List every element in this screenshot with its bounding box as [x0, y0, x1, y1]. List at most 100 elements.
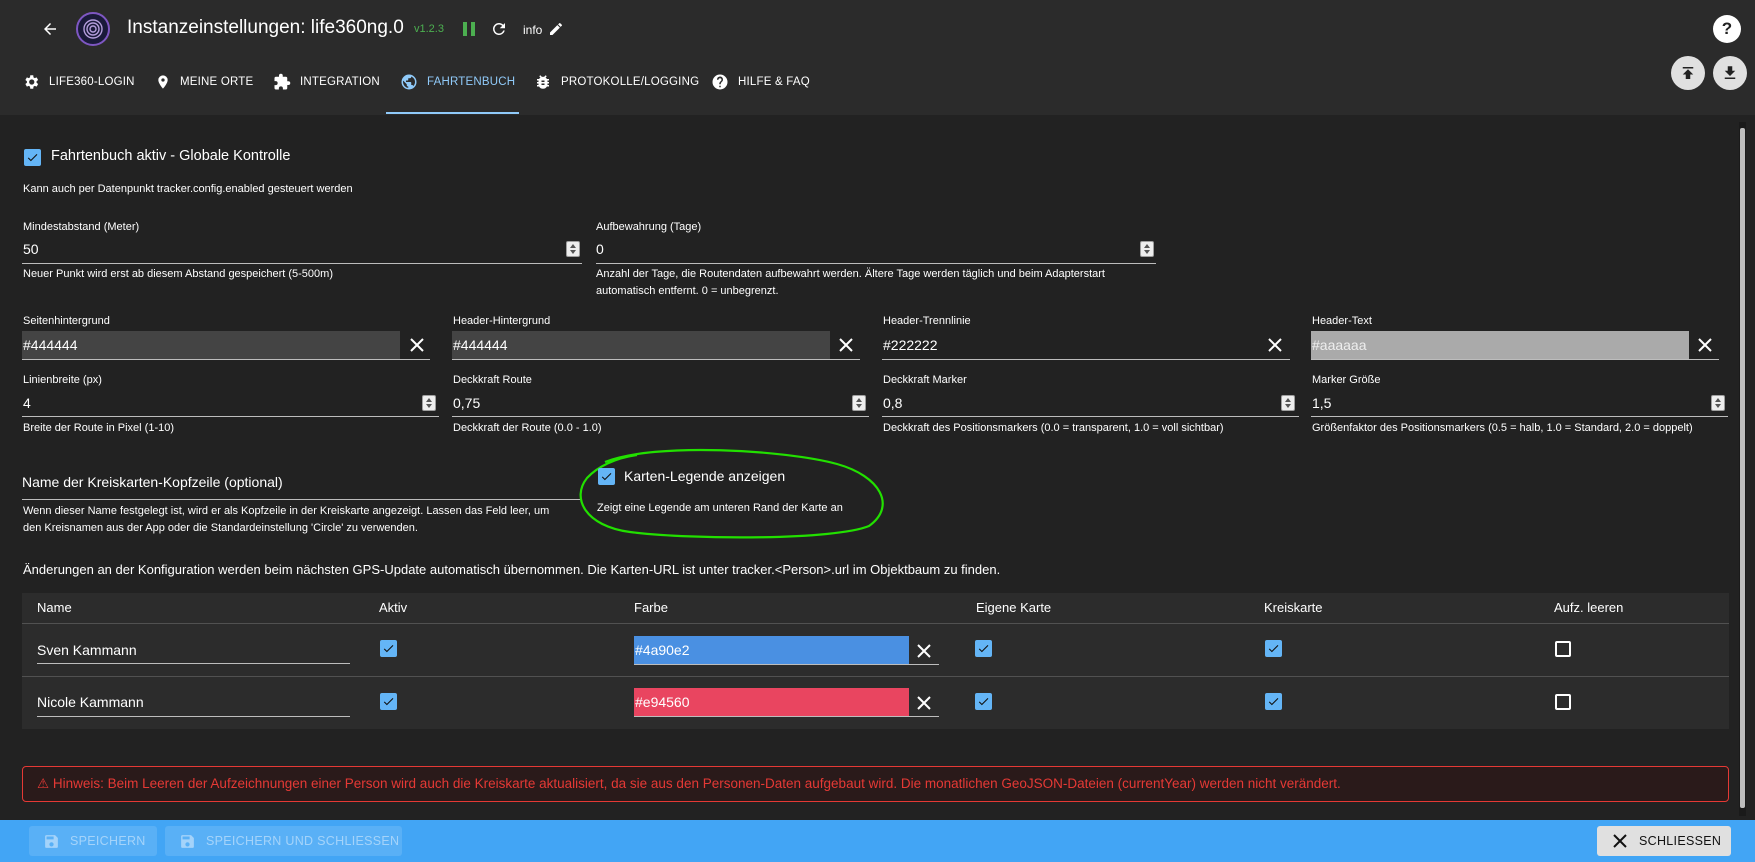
- person-name-input[interactable]: Nicole Kammann: [37, 694, 144, 710]
- reload-icon[interactable]: [489, 19, 509, 39]
- person-clear-checkbox[interactable]: [1555, 694, 1571, 710]
- line-width-label: Linienbreite (px): [23, 374, 102, 386]
- tab-life360-login[interactable]: LIFE360-LOGIN: [22, 53, 135, 111]
- retention-spinner[interactable]: [1140, 241, 1154, 257]
- person-name-input[interactable]: Sven Kammann: [37, 642, 137, 658]
- col-header-circle-map: Kreiskarte: [1264, 600, 1323, 615]
- tab-fahrtenbuch[interactable]: FAHRTENBUCH: [400, 53, 515, 111]
- person-color-value: #4a90e2: [635, 642, 690, 658]
- clear-color-icon[interactable]: [917, 644, 931, 658]
- marker-size-underline: [1311, 416, 1728, 417]
- save-label: SPEICHERN: [70, 834, 146, 848]
- person-color-input[interactable]: #e94560: [634, 688, 909, 716]
- person-color-underline: [634, 664, 939, 665]
- save-button[interactable]: SPEICHERN: [29, 826, 157, 856]
- header-divider-input[interactable]: #222222: [882, 331, 1260, 359]
- upload-icon: [1682, 67, 1694, 79]
- min-distance-input[interactable]: 50: [23, 241, 563, 257]
- back-arrow-icon[interactable]: [38, 17, 62, 41]
- upload-button[interactable]: [1671, 56, 1705, 90]
- person-color-input[interactable]: #4a90e2: [634, 636, 909, 664]
- clear-header-text-icon[interactable]: [1698, 338, 1712, 352]
- col-header-clear: Aufz. leeren: [1554, 600, 1624, 615]
- route-opacity-underline: [452, 416, 869, 417]
- marker-opacity-input[interactable]: 0,8: [883, 395, 1273, 411]
- min-distance-spinner[interactable]: [566, 241, 580, 257]
- person-clear-checkbox[interactable]: [1555, 641, 1571, 657]
- retention-underline: [596, 263, 1156, 264]
- person-circle-map-checkbox[interactable]: [1265, 693, 1282, 710]
- person-color-value: #e94560: [635, 694, 690, 710]
- header-bg-input[interactable]: #444444: [452, 331, 830, 359]
- col-header-own-map: Eigene Karte: [976, 600, 1052, 615]
- line-width-input[interactable]: 4: [23, 395, 413, 411]
- page-bg-value: #444444: [23, 337, 78, 353]
- help-circle-icon[interactable]: ?: [1713, 15, 1741, 43]
- save-icon: [45, 834, 58, 848]
- scrollbar-thumb[interactable]: [1740, 128, 1745, 808]
- fahrtenbuch-enable-checkbox[interactable]: [24, 149, 41, 166]
- person-active-checkbox[interactable]: [380, 693, 397, 710]
- header-text-input[interactable]: #aaaaaa: [1311, 331, 1689, 359]
- clear-header-bg-icon[interactable]: [839, 338, 853, 352]
- save-and-close-label: SPEICHERN UND SCHLIESSEN: [206, 834, 400, 848]
- person-own-map-checkbox[interactable]: [975, 640, 992, 657]
- check-icon: [27, 154, 38, 162]
- route-opacity-help: Deckkraft der Route (0.0 - 1.0): [453, 422, 602, 434]
- line-width-help: Breite der Route in Pixel (1-10): [23, 422, 175, 434]
- marker-opacity-help: Deckkraft des Positionsmarkers (0.0 = tr…: [883, 422, 1224, 434]
- retention-help-line2: automatisch entfernt. 0 = unbegrenzt.: [596, 285, 779, 297]
- globe-icon: [401, 74, 417, 90]
- check-icon: [1268, 698, 1279, 706]
- tab-label: INTEGRATION: [300, 76, 380, 88]
- version-label: v1.2.3: [414, 23, 444, 35]
- header-bg-value: #444444: [453, 337, 508, 353]
- page-bg-label: Seitenhintergrund: [23, 315, 110, 327]
- circle-header-input[interactable]: Name der Kreiskarten-Kopfzeile (optional…: [22, 474, 582, 500]
- tab-protokolle-logging[interactable]: PROTOKOLLE/LOGGING: [534, 53, 699, 111]
- close-label: SCHLIESSEN: [1639, 834, 1722, 848]
- tab-hilfe-faq[interactable]: HILFE & FAQ: [711, 53, 810, 111]
- marker-opacity-spinner[interactable]: [1281, 395, 1295, 411]
- person-own-map-checkbox[interactable]: [975, 693, 992, 710]
- route-opacity-input[interactable]: 0,75: [453, 395, 843, 411]
- clear-header-divider-icon[interactable]: [1268, 338, 1282, 352]
- location-pin-icon: [158, 75, 168, 89]
- app-root: Instanzeinstellungen: life360ng.0 v1.2.3…: [0, 0, 1755, 862]
- clear-page-bg-icon[interactable]: [410, 338, 424, 352]
- header-text-value: #aaaaaa: [1312, 337, 1367, 353]
- marker-size-label: Marker Größe: [1312, 374, 1381, 386]
- marker-size-input[interactable]: 1,5: [1312, 395, 1702, 411]
- person-active-checkbox[interactable]: [380, 640, 397, 657]
- route-opacity-label: Deckkraft Route: [453, 374, 532, 386]
- check-icon: [601, 473, 612, 481]
- pause-icon[interactable]: [460, 20, 478, 38]
- legend-label: Karten-Legende anzeigen: [624, 468, 786, 484]
- col-header-active: Aktiv: [379, 600, 408, 615]
- route-opacity-spinner[interactable]: [852, 395, 866, 411]
- retention-input[interactable]: 0: [596, 241, 1136, 257]
- save-and-close-button[interactable]: SPEICHERN UND SCHLIESSEN: [165, 826, 402, 856]
- active-tab-indicator: [386, 112, 519, 114]
- line-width-spinner[interactable]: [422, 395, 436, 411]
- tab-meine-orte[interactable]: MEINE ORTE: [155, 53, 253, 111]
- tab-integration[interactable]: INTEGRATION: [273, 53, 380, 111]
- page-bg-input[interactable]: #444444: [22, 331, 400, 359]
- circle-header-help-line2: den Kreisnamen aus der App oder die Stan…: [23, 522, 418, 534]
- close-icon: [1613, 834, 1627, 848]
- circle-header-placeholder: Name der Kreiskarten-Kopfzeile (optional…: [22, 474, 283, 490]
- person-name-underline: [37, 663, 350, 664]
- person-name-underline: [37, 716, 350, 717]
- check-icon: [383, 698, 394, 706]
- download-button[interactable]: [1713, 56, 1747, 90]
- header-divider-label: Header-Trennlinie: [883, 315, 971, 327]
- marker-size-spinner[interactable]: [1711, 395, 1725, 411]
- warning-alert: ⚠ Hinweis: Beim Leeren der Aufzeichnunge…: [22, 766, 1729, 802]
- person-circle-map-checkbox[interactable]: [1265, 640, 1282, 657]
- circle-header-help-line1: Wenn dieser Name festgelegt ist, wird er…: [23, 505, 550, 517]
- close-button[interactable]: SCHLIESSEN: [1597, 826, 1731, 856]
- legend-checkbox[interactable]: [598, 468, 615, 485]
- edit-icon[interactable]: [547, 20, 565, 38]
- info-label: info: [523, 23, 543, 37]
- clear-color-icon[interactable]: [917, 696, 931, 710]
